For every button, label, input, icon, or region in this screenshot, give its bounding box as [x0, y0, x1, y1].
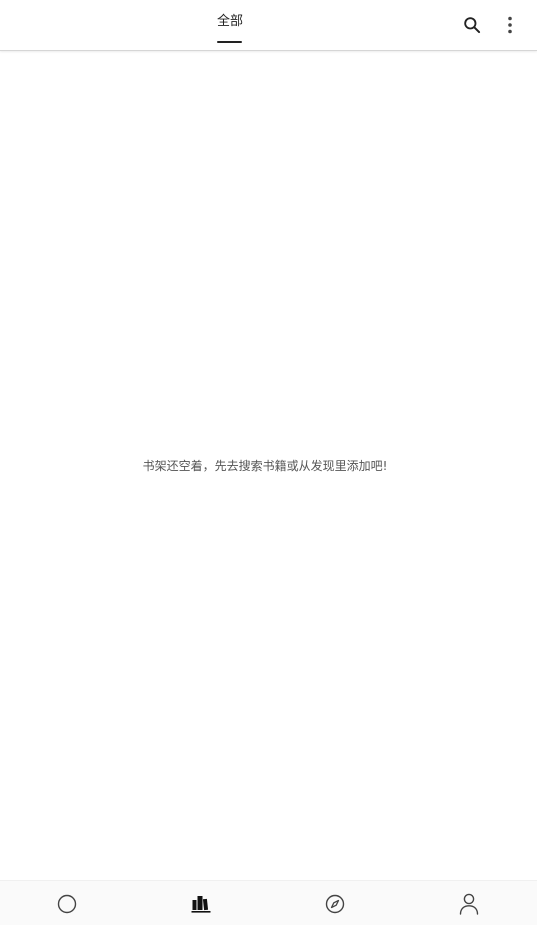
- person-icon: [459, 893, 479, 915]
- nav-item-bookshelf[interactable]: [171, 881, 231, 925]
- nav-item-home[interactable]: [37, 881, 97, 925]
- more-vertical-icon: [508, 16, 512, 34]
- compass-icon: [325, 894, 345, 913]
- app-root: 全部 书架还空着，先去搜索书籍或从发现里添加吧!: [0, 0, 537, 925]
- more-options-button[interactable]: [493, 8, 527, 42]
- empty-bookshelf-message: 书架还空着，先去搜索书籍或从发现里添加吧!: [142, 459, 388, 473]
- tab-all-label: 全部: [216, 14, 243, 29]
- bottom-navigation: [0, 880, 537, 925]
- bookshelf-icon: [191, 895, 211, 913]
- search-icon: [464, 17, 481, 34]
- top-app-bar: 全部: [0, 0, 537, 51]
- nav-item-profile[interactable]: [439, 881, 499, 925]
- tab-selected-indicator: [217, 41, 242, 43]
- search-button[interactable]: [455, 8, 489, 42]
- circle-icon: [57, 894, 77, 913]
- nav-item-discover[interactable]: [305, 881, 365, 925]
- tab-all[interactable]: 全部: [212, 0, 248, 51]
